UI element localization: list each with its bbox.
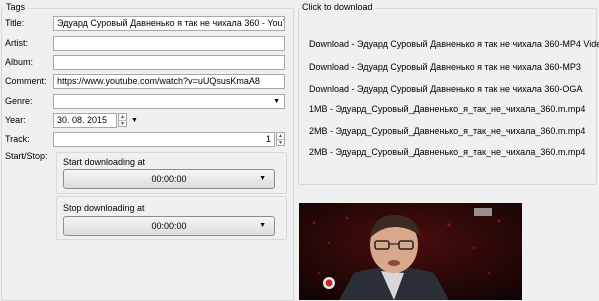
year-spinner[interactable]: ▲ ▼ xyxy=(118,113,127,127)
title-field[interactable]: Эдуард Суровый Давненько я так не чихала… xyxy=(53,16,285,31)
track-label: Track: xyxy=(5,134,30,144)
spin-up-icon[interactable]: ▲ xyxy=(119,114,126,121)
title-label: Title: xyxy=(5,18,25,28)
download-link-2mb-a[interactable]: 2MB - Эдуард_Суровый_Давненько_я_так_не_… xyxy=(309,126,585,136)
year-date-picker[interactable]: 30. 08. 2015 xyxy=(53,113,117,128)
downloads-group-title: Click to download xyxy=(300,2,375,12)
comment-field[interactable]: https://www.youtube.com/watch?v=uUQsusKm… xyxy=(53,74,285,89)
track-spinner[interactable]: ▲ ▼ xyxy=(276,132,285,146)
track-value: 1 xyxy=(265,134,271,144)
year-label: Year: xyxy=(5,115,26,125)
album-field[interactable] xyxy=(53,55,285,70)
video-preview[interactable] xyxy=(299,203,522,300)
spin-down-icon[interactable]: ▼ xyxy=(277,140,284,146)
album-label: Album: xyxy=(5,57,34,67)
year-dropdown-icon[interactable]: ▼ xyxy=(131,117,138,124)
start-stop-label: Start/Stop: xyxy=(5,151,48,161)
track-field[interactable]: 1 xyxy=(53,132,275,147)
comment-label: Comment: xyxy=(5,76,47,86)
stop-time-value: 00:00:00 xyxy=(151,221,187,231)
download-link-2mb-b[interactable]: 2MB - Эдуард_Суровый_Давненько_я_так_не_… xyxy=(309,147,585,157)
download-link-oga[interactable]: Download - Эдуард Суровый Давненько я та… xyxy=(309,84,582,94)
chevron-down-icon: ▼ xyxy=(259,222,266,229)
chevron-down-icon: ▼ xyxy=(259,175,266,182)
download-link-mp3[interactable]: Download - Эдуард Суровый Давненько я та… xyxy=(309,62,581,72)
start-time-dropdown[interactable]: 00:00:00 ▼ xyxy=(63,169,275,189)
start-time-value: 00:00:00 xyxy=(151,174,187,184)
artist-field[interactable] xyxy=(53,36,285,51)
stop-time-dropdown[interactable]: 00:00:00 ▼ xyxy=(63,216,275,236)
start-download-label: Start downloading at xyxy=(63,157,146,167)
downloads-group xyxy=(298,8,597,185)
spin-up-icon[interactable]: ▲ xyxy=(277,133,284,140)
tags-group-title: Tags xyxy=(4,2,28,12)
genre-combobox[interactable]: ▼ xyxy=(53,94,285,109)
spin-down-icon[interactable]: ▼ xyxy=(119,121,126,127)
artist-label: Artist: xyxy=(5,38,29,48)
video-frame-image xyxy=(299,203,522,300)
download-link-1mb[interactable]: 1MB - Эдуард_Суровый_Давненько_я_так_не_… xyxy=(309,104,585,114)
download-link-mp4-video[interactable]: Download - Эдуард Суровый Давненько я та… xyxy=(309,39,599,49)
stop-download-label: Stop downloading at xyxy=(63,203,145,213)
chevron-down-icon: ▼ xyxy=(273,98,280,105)
genre-label: Genre: xyxy=(5,96,33,106)
